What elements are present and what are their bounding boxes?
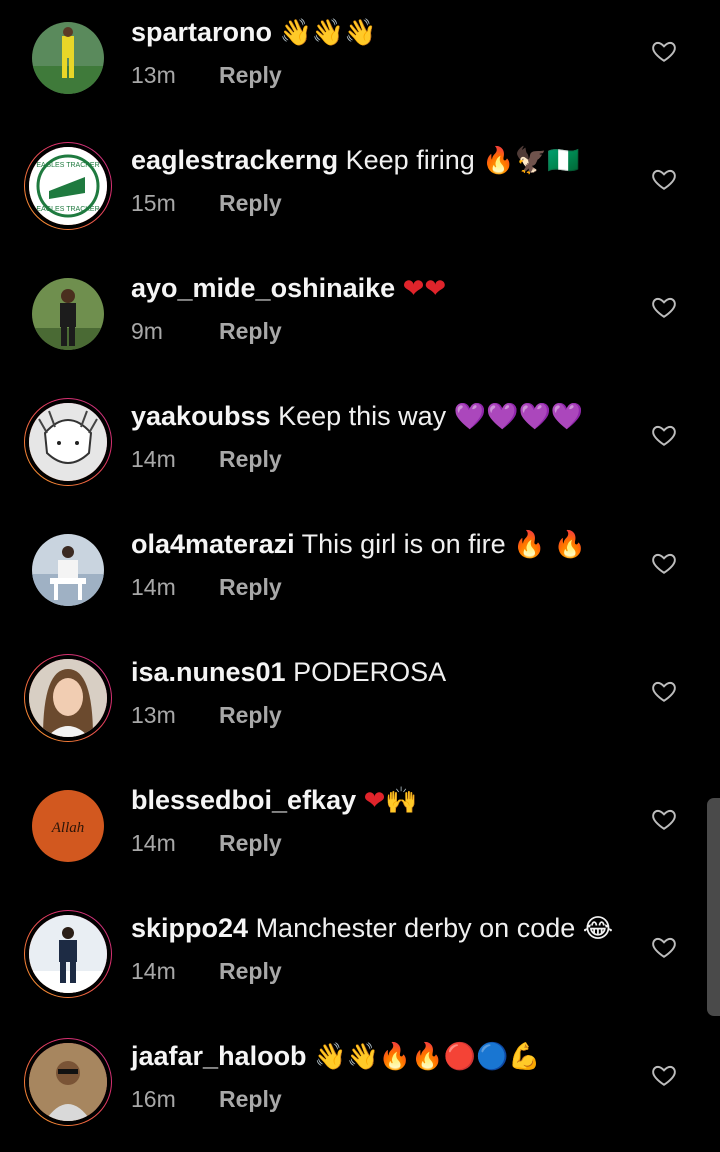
username[interactable]: jaafar_haloob [131, 1041, 307, 1071]
comment-item: spartarono 👋👋👋 13m Reply [0, 0, 720, 128]
comment-text: blessedboi_efkay ❤🙌 [131, 782, 418, 819]
comment-meta: 13m Reply [131, 700, 282, 730]
emoji: ❤🙌 [363, 786, 418, 816]
comment-meta: 16m Reply [131, 1084, 282, 1114]
comment-text: yaakoubss Keep this way 💜💜💜💜 [131, 398, 583, 435]
username[interactable]: eaglestrackerng [131, 145, 338, 175]
heart-icon[interactable] [651, 678, 677, 704]
comment-text: skippo24 Manchester derby on code 😂 [131, 910, 613, 947]
comment-item: EAGLES TRACKER EAGLES TRACKER eaglestrac… [0, 128, 720, 256]
emoji: 👋👋🔥🔥🔴🔵💪 [314, 1042, 541, 1072]
comment-meta: 9m Reply [131, 316, 282, 346]
emoji: 🔥 🔥 [513, 530, 587, 560]
comment-text: spartarono 👋👋👋 [131, 14, 377, 51]
heart-icon[interactable] [651, 294, 677, 320]
heart-icon[interactable] [651, 550, 677, 576]
scrollbar-handle[interactable] [707, 798, 720, 1016]
username[interactable]: isa.nunes01 [131, 657, 286, 687]
username[interactable]: blessedboi_efkay [131, 785, 356, 815]
reply-button[interactable]: Reply [219, 446, 282, 472]
logo-text-top: EAGLES TRACKER [36, 162, 99, 169]
comment-meta: 14m Reply [131, 572, 282, 602]
avatar[interactable] [24, 910, 112, 998]
reply-button[interactable]: Reply [219, 190, 282, 216]
message: This girl is on fire [301, 529, 506, 559]
timestamp: 16m [131, 1086, 176, 1112]
emoji: 😂 [582, 914, 614, 944]
username[interactable]: spartarono [131, 17, 272, 47]
avatar[interactable] [24, 526, 112, 614]
avatar-image [25, 1039, 111, 1125]
heart-icon[interactable] [651, 166, 677, 192]
avatar[interactable]: Allah [24, 782, 112, 870]
comment-text: ola4materazi This girl is on fire 🔥 🔥 [131, 526, 586, 563]
avatar-image [25, 911, 111, 997]
username[interactable]: yaakoubss [131, 401, 271, 431]
avatar-text: Allah [51, 820, 85, 836]
avatar[interactable] [24, 270, 112, 358]
logo-text-bottom: EAGLES TRACKER [36, 206, 99, 213]
avatar[interactable]: EAGLES TRACKER EAGLES TRACKER [24, 142, 112, 230]
reply-button[interactable]: Reply [219, 958, 282, 984]
timestamp: 14m [131, 958, 176, 984]
message: Keep this way [278, 401, 447, 431]
comment-text: jaafar_haloob 👋👋🔥🔥🔴🔵💪 [131, 1038, 541, 1075]
avatar-image [25, 655, 111, 741]
avatar[interactable] [24, 14, 112, 102]
emoji: 👋👋👋 [279, 18, 377, 48]
heart-icon[interactable] [651, 38, 677, 64]
avatar-image [32, 22, 104, 94]
timestamp: 13m [131, 62, 176, 88]
avatar-image [32, 534, 104, 606]
reply-button[interactable]: Reply [219, 830, 282, 856]
username[interactable]: skippo24 [131, 913, 248, 943]
comment-meta: 15m Reply [131, 188, 282, 218]
timestamp: 13m [131, 702, 176, 728]
heart-icon[interactable] [651, 1062, 677, 1088]
comment-item: ola4materazi This girl is on fire 🔥 🔥 14… [0, 512, 720, 640]
comment-item: Allah blessedboi_efkay ❤🙌 14m Reply [0, 768, 720, 896]
avatar[interactable] [24, 398, 112, 486]
timestamp: 14m [131, 446, 176, 472]
reply-button[interactable]: Reply [219, 62, 282, 88]
message: Manchester derby on code [255, 913, 576, 943]
avatar[interactable] [24, 654, 112, 742]
comment-item: yaakoubss Keep this way 💜💜💜💜 14m Reply [0, 384, 720, 512]
timestamp: 14m [131, 574, 176, 600]
comment-text: isa.nunes01 PODEROSA [131, 654, 446, 691]
heart-icon[interactable] [651, 422, 677, 448]
comment-meta: 14m Reply [131, 444, 282, 474]
comment-item: jaafar_haloob 👋👋🔥🔥🔴🔵💪 16m Reply [0, 1024, 720, 1152]
comment-item: isa.nunes01 PODEROSA 13m Reply [0, 640, 720, 768]
emoji: 💜💜💜💜 [453, 402, 584, 432]
message: Keep firing [345, 145, 475, 175]
timestamp: 9m [131, 318, 163, 344]
reply-button[interactable]: Reply [219, 1086, 282, 1112]
reply-button[interactable]: Reply [219, 574, 282, 600]
message: PODEROSA [293, 657, 447, 687]
comment-text: ayo_mide_oshinaike ❤❤ [131, 270, 446, 307]
comment-meta: 13m Reply [131, 60, 282, 90]
comment-text: eaglestrackerng Keep firing 🔥🦅🇳🇬 [131, 142, 579, 179]
comment-item: skippo24 Manchester derby on code 😂 14m R… [0, 896, 720, 1024]
username[interactable]: ola4materazi [131, 529, 295, 559]
comment-meta: 14m Reply [131, 828, 282, 858]
avatar[interactable] [24, 1038, 112, 1126]
comment-meta: 14m Reply [131, 956, 282, 986]
reply-button[interactable]: Reply [219, 702, 282, 728]
avatar-image: EAGLES TRACKER EAGLES TRACKER [25, 143, 111, 229]
comment-item: ayo_mide_oshinaike ❤❤ 9m Reply [0, 256, 720, 384]
timestamp: 15m [131, 190, 176, 216]
avatar-image [25, 399, 111, 485]
emoji: 🔥🦅🇳🇬 [482, 146, 580, 176]
avatar-image: Allah [32, 790, 104, 862]
username[interactable]: ayo_mide_oshinaike [131, 273, 395, 303]
reply-button[interactable]: Reply [219, 318, 282, 344]
avatar-image [32, 278, 104, 350]
heart-icon[interactable] [651, 934, 677, 960]
timestamp: 14m [131, 830, 176, 856]
emoji: ❤❤ [402, 274, 447, 304]
heart-icon[interactable] [651, 806, 677, 832]
